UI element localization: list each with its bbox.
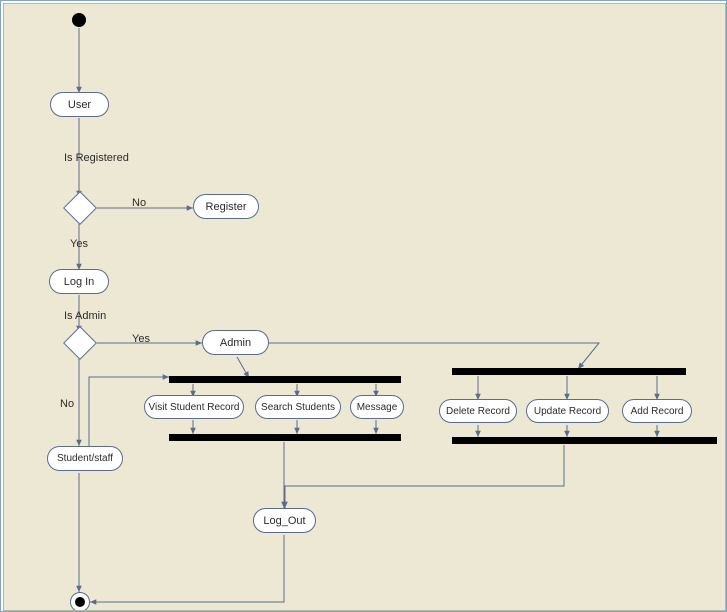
initial-node [72,13,86,27]
activity-update-record: Update Record [526,399,609,423]
activity-diagram-canvas: User Is Registered No Register Yes Log I… [3,3,726,611]
diagram-frame: User Is Registered No Register Yes Log I… [0,0,727,612]
join-right [452,437,717,444]
final-node [70,592,90,611]
activity-delete-record: Delete Record [439,399,517,423]
activity-message: Message [350,395,404,419]
activity-student-staff: Student/staff [47,446,123,471]
guard-is-registered: Is Registered [64,152,129,164]
edge-label-no-student: No [60,398,74,410]
decision-is-registered [63,191,97,225]
edge-label-yes-admin: Yes [132,333,150,345]
activity-user: User [50,92,109,117]
activity-search-students: Search Students [255,395,341,419]
join-left [169,434,401,441]
activity-visit-student-record: Visit Student Record [144,395,244,419]
activity-admin: Admin [202,330,269,355]
activity-login: Log In [49,269,109,294]
activity-add-record: Add Record [622,399,692,423]
fork-left [169,376,401,383]
edge-label-no-register: No [132,197,146,209]
activity-register: Register [193,194,259,219]
edge-label-yes-login: Yes [70,238,88,250]
decision-is-admin [63,326,97,360]
edges-layer [4,4,725,610]
guard-is-admin: Is Admin [64,310,106,322]
activity-logout: Log_Out [253,508,316,533]
fork-right [452,368,686,375]
